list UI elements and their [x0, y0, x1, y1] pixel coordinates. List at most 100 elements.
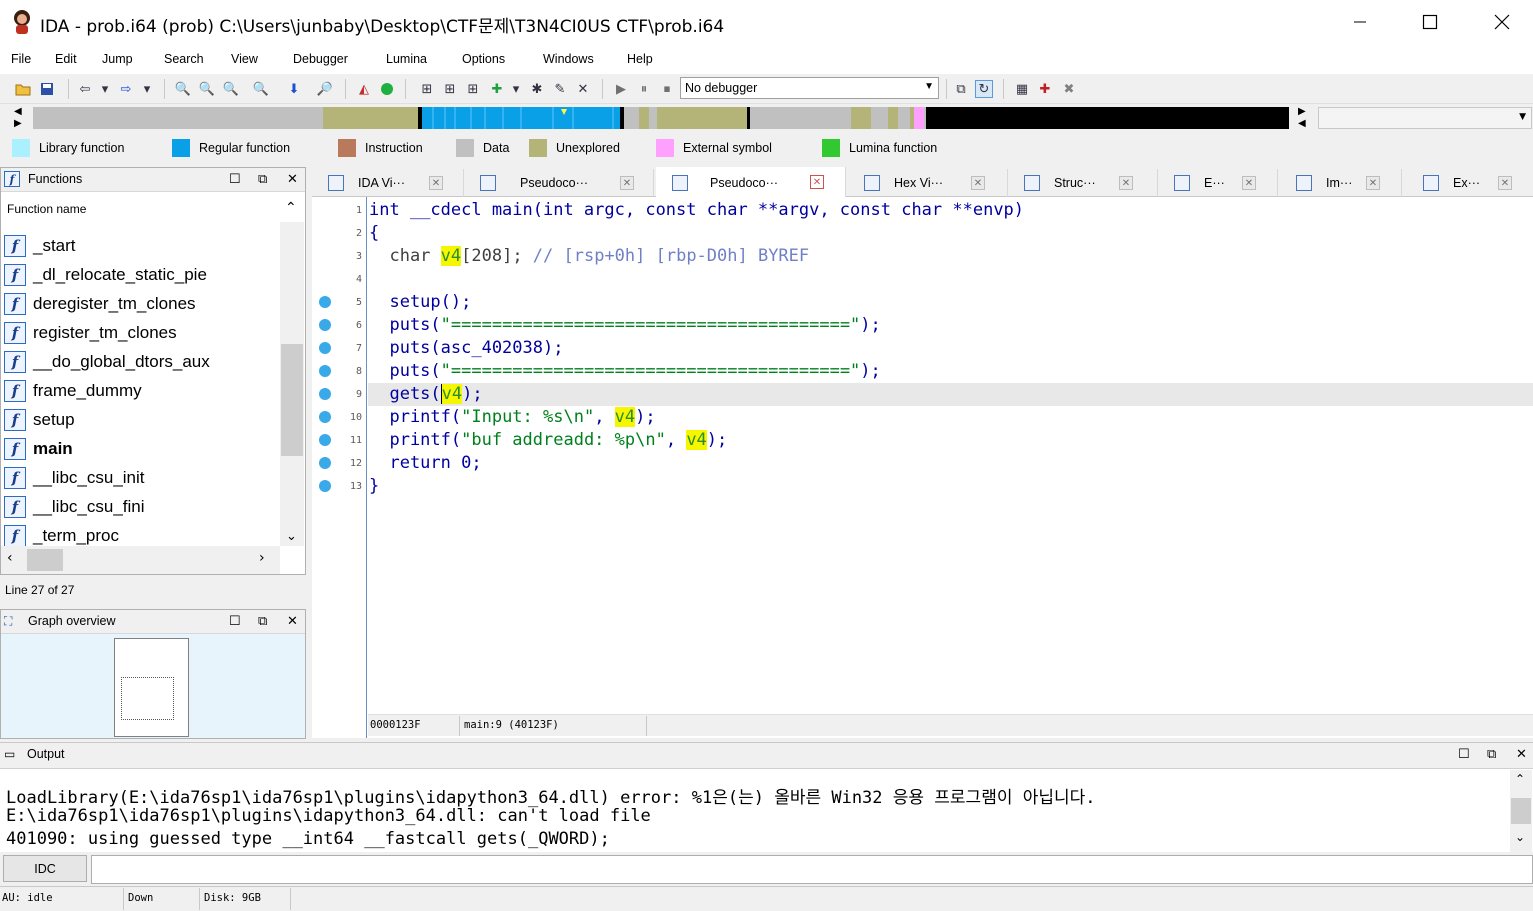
table-icon[interactable]: ▦ [1013, 80, 1031, 98]
add-node2-icon[interactable]: ⊞ [441, 80, 459, 98]
tab-hex-view[interactable]: Hex Vi··· ✕ [848, 169, 1008, 197]
search-imm-icon[interactable]: 🔍 [222, 80, 240, 98]
code-line[interactable]: puts("==================================… [369, 314, 880, 336]
panel-close-icon[interactable]: ✕ [287, 613, 298, 629]
function-item[interactable]: f __libc_csu_init [4, 465, 279, 491]
tab-imports[interactable]: Im··· ✕ [1280, 169, 1402, 197]
tab-close-icon[interactable]: ✕ [429, 176, 443, 190]
graph-search-icon[interactable]: 🔎 [316, 80, 334, 98]
code-line[interactable]: } [369, 475, 379, 497]
menu-search[interactable]: Search [164, 52, 204, 66]
menu-edit[interactable]: Edit [55, 52, 77, 66]
horizontal-scroll-thumb[interactable] [27, 549, 63, 571]
tab-structures[interactable]: Struc··· ✕ [1008, 169, 1158, 197]
menu-jump[interactable]: Jump [102, 52, 133, 66]
breakpoint-dot[interactable] [319, 480, 331, 492]
tab-close-icon[interactable]: ✕ [1242, 176, 1256, 190]
panel-close-icon[interactable]: ✕ [1516, 747, 1527, 762]
edit-icon[interactable]: ✎ [551, 80, 569, 98]
search-text-icon[interactable]: 🔍 [198, 80, 216, 98]
menu-lumina[interactable]: Lumina [386, 52, 427, 66]
panel-float-icon[interactable]: ⧉ [1487, 747, 1496, 762]
function-item[interactable]: f deregister_tm_clones [4, 291, 279, 317]
maximize-button[interactable] [1407, 6, 1453, 38]
back-arrow-icon[interactable]: ⇦ [76, 80, 94, 98]
pause-icon[interactable]: ⏸ [635, 80, 653, 98]
function-name-column-header[interactable]: Function name ⌃ [1, 198, 305, 220]
output-scrollbar[interactable]: ⌃ ⌄ [1510, 770, 1532, 852]
panel-float-icon[interactable]: ⧉ [258, 171, 267, 187]
menu-options[interactable]: Options [462, 52, 505, 66]
function-item[interactable]: f _dl_relocate_static_pie [4, 262, 279, 288]
breakpoint-dot[interactable] [319, 342, 331, 354]
scroll-down-icon[interactable]: ⌄ [1515, 830, 1525, 844]
output-scroll-thumb[interactable] [1511, 798, 1531, 824]
idc-language-button[interactable]: IDC [3, 855, 87, 882]
code-line-current[interactable]: gets(v4); [369, 383, 483, 405]
disable-icon[interactable]: ✖ [1060, 80, 1078, 98]
tab-ida-view[interactable]: IDA Vi··· ✕ [312, 169, 464, 197]
navigation-strip[interactable] [33, 107, 1289, 129]
nav-right-arrows-icon[interactable]: ▶ ◀ [1298, 106, 1306, 130]
panel-maximize-icon[interactable]: ☐ [229, 613, 241, 629]
command-input[interactable] [91, 855, 1533, 884]
close-button[interactable] [1479, 6, 1525, 38]
save-icon[interactable] [38, 80, 56, 98]
pseudocode-view[interactable] [312, 197, 1533, 738]
menu-debugger[interactable]: Debugger [293, 52, 348, 66]
open-file-icon[interactable] [14, 80, 32, 98]
function-item[interactable]: f setup [4, 407, 279, 433]
code-line[interactable]: { [369, 222, 379, 244]
code-line[interactable]: puts("==================================… [369, 360, 880, 382]
output-log[interactable]: LoadLibrary(E:\ida76sp1\ida76sp1\plugins… [0, 768, 1533, 852]
play-icon[interactable]: ▶ [612, 80, 630, 98]
sort-up-icon[interactable]: ⌃ [285, 199, 297, 216]
breakpoint-dot[interactable] [319, 411, 331, 423]
code-line[interactable]: printf("Input: %s\n", v4); [369, 406, 656, 428]
breakpoint-icon[interactable]: ✚ [1036, 80, 1054, 98]
panel-maximize-icon[interactable]: ☐ [229, 171, 241, 187]
panel-close-icon[interactable]: ✕ [287, 171, 298, 187]
graph-viewport[interactable] [121, 677, 174, 720]
forward-arrow-icon[interactable]: ⇨ [117, 80, 135, 98]
tab-close-icon[interactable]: ✕ [1119, 176, 1133, 190]
search-next-icon[interactable]: 🔍 [252, 80, 270, 98]
debugger-select[interactable]: No debugger ▼ [680, 77, 939, 99]
nav-left-arrows-icon[interactable]: ◀ ▶ [14, 106, 22, 130]
attach-icon[interactable]: ⧉ [952, 80, 970, 98]
stop-icon[interactable]: ⏹ [658, 80, 676, 98]
delete-icon[interactable]: ✕ [574, 80, 592, 98]
breakpoint-dot[interactable] [319, 296, 331, 308]
jump-down-icon[interactable]: ⬇ [285, 80, 303, 98]
menu-file[interactable]: File [11, 52, 31, 66]
code-line[interactable]: setup(); [369, 291, 471, 313]
triangle-icon[interactable]: ◭ [355, 80, 373, 98]
function-item[interactable]: f register_tm_clones [4, 320, 279, 346]
function-item-main[interactable]: f main [4, 436, 279, 462]
plus-icon[interactable]: ✚ [488, 80, 506, 98]
plus-dropdown-icon[interactable]: ▾ [507, 80, 525, 98]
back-dropdown-icon[interactable]: ▾ [96, 80, 114, 98]
menu-help[interactable]: Help [627, 52, 653, 66]
scroll-right-icon[interactable]: › [259, 550, 265, 566]
breakpoint-dot[interactable] [319, 365, 331, 377]
code-line[interactable]: printf("buf addreadd: %p\n", v4); [369, 429, 727, 451]
breakpoint-dot[interactable] [319, 434, 331, 446]
scroll-up-icon[interactable]: ⌃ [1515, 772, 1525, 786]
panel-float-icon[interactable]: ⧉ [258, 613, 267, 629]
code-line[interactable]: puts(asc_402038); [369, 337, 563, 359]
tab-close-icon[interactable]: ✕ [620, 176, 634, 190]
scroll-down-icon[interactable]: ⌄ [286, 529, 297, 544]
segment-select[interactable]: ▼ [1318, 107, 1532, 129]
tab-close-icon[interactable]: ✕ [971, 176, 985, 190]
functions-horizontal-scrollbar[interactable]: ‹ › [1, 546, 280, 574]
code-line[interactable]: char v4[208]; // [rsp+0h] [rbp-D0h] BYRE… [369, 245, 809, 267]
menu-windows[interactable]: Windows [543, 52, 594, 66]
scroll-left-icon[interactable]: ‹ [7, 550, 13, 566]
menu-view[interactable]: View [231, 52, 258, 66]
pin-icon[interactable]: ✱ [528, 80, 546, 98]
step-icon[interactable]: ↻ [975, 80, 993, 98]
tab-close-icon[interactable]: ✕ [1366, 176, 1380, 190]
code-line[interactable]: return 0; [369, 452, 481, 474]
tab-close-icon[interactable]: ✕ [1498, 176, 1512, 190]
